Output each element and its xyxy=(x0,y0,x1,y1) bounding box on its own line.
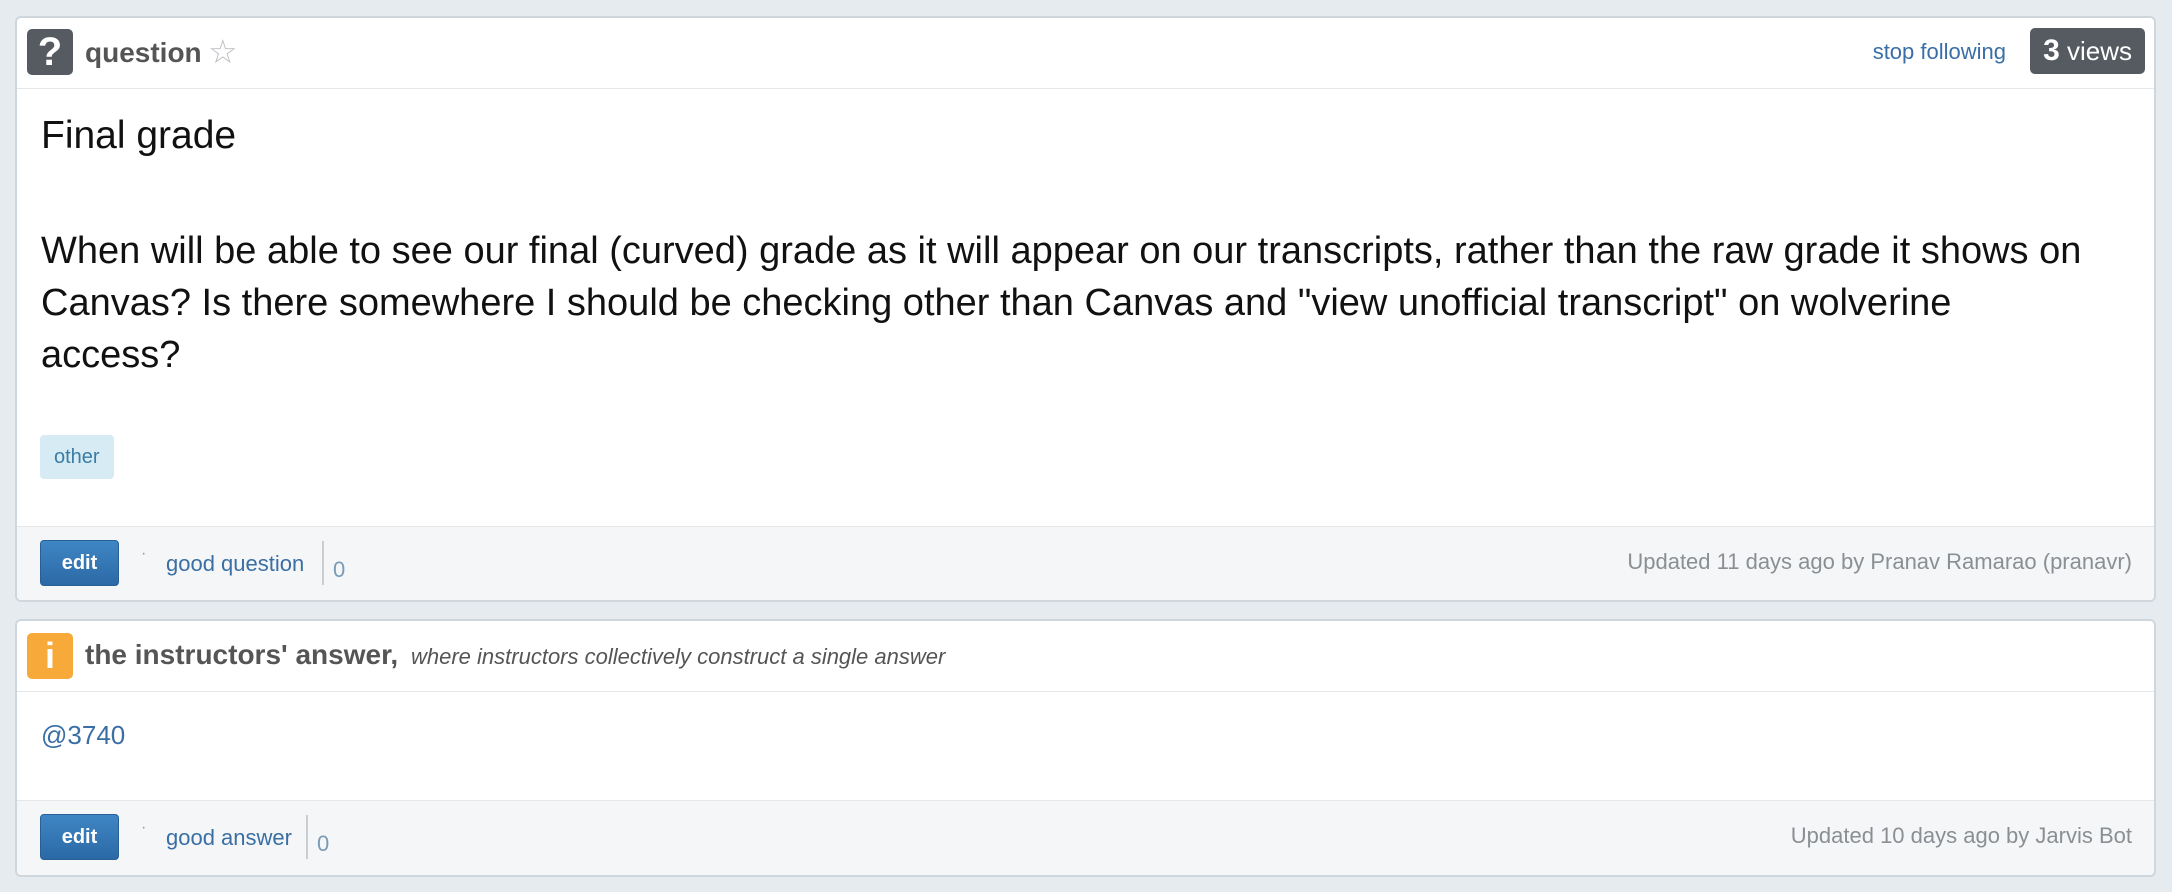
info-icon: i xyxy=(27,633,73,679)
question-card: ? question ☆ stop following 3 views Fina… xyxy=(15,16,2156,602)
updated-info: Updated 11 days ago by Pranav Ramarao (p… xyxy=(1627,549,2132,574)
answer-header: i the instructors' answer, where instruc… xyxy=(17,621,2154,692)
star-icon[interactable]: ☆ xyxy=(208,32,238,71)
post-subject: Final grade xyxy=(41,114,237,157)
post-body: When will be able to see our final (curv… xyxy=(41,230,2082,376)
answer-body-link[interactable]: @3740 xyxy=(41,720,125,751)
separator-dot: · xyxy=(141,819,147,836)
instructors-answer-card: i the instructors' answer, where instruc… xyxy=(15,619,2156,877)
separator-dot: · xyxy=(141,545,147,562)
post-type-label: question xyxy=(85,37,202,68)
question-footer: edit · good question 0 Updated 11 days a… xyxy=(17,526,2154,600)
views-count: 3 xyxy=(2043,34,2060,67)
good-question-link[interactable]: good question xyxy=(166,551,304,577)
answer-footer: edit · good answer 0 Updated 10 days ago… xyxy=(17,800,2154,875)
answer-subtitle: where instructors collectively construct… xyxy=(411,644,946,669)
views-badge: 3 views xyxy=(2030,28,2145,74)
question-header: ? question ☆ stop following 3 views xyxy=(17,18,2154,89)
answer-title: the instructors' answer, xyxy=(85,639,399,670)
question-mark-icon: ? xyxy=(27,29,73,75)
good-answer-link[interactable]: good answer xyxy=(166,825,292,851)
good-question-count: 0 xyxy=(322,541,345,585)
folder-tag[interactable]: other xyxy=(40,435,114,479)
stop-following-link[interactable]: stop following xyxy=(1873,39,2006,65)
edit-button[interactable]: edit xyxy=(40,540,119,586)
updated-info: Updated 10 days ago by Jarvis Bot xyxy=(1790,823,2132,848)
views-label: views xyxy=(2066,36,2132,66)
good-answer-count: 0 xyxy=(306,815,329,859)
edit-button[interactable]: edit xyxy=(40,814,119,860)
